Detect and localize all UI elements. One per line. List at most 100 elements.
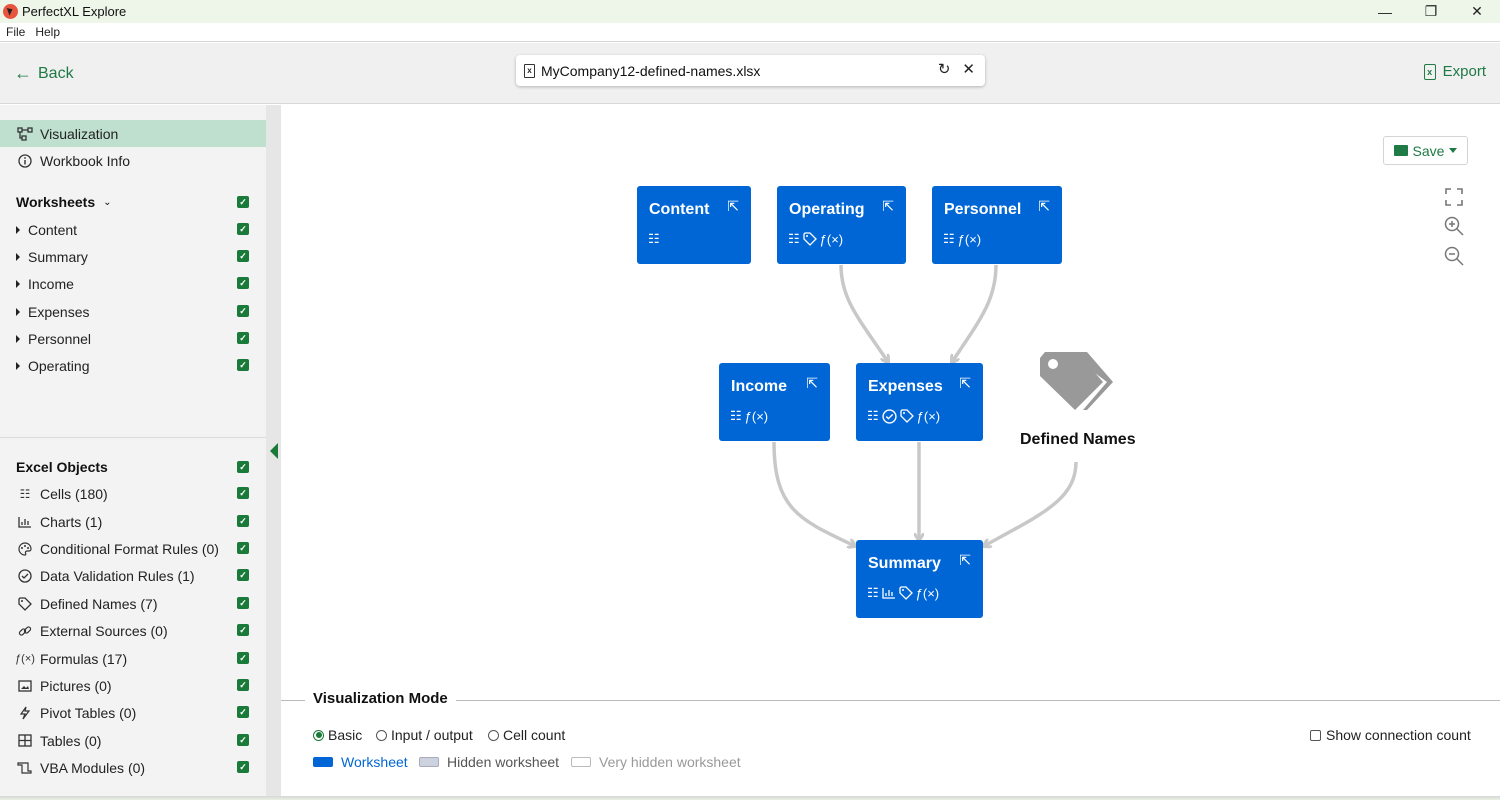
image-icon (1393, 145, 1408, 156)
node-operating[interactable]: Operating ⇱ ☷ ƒ(×) (777, 186, 906, 264)
object-checkbox[interactable]: ✓ (237, 569, 249, 581)
excel-objects-all-checkbox[interactable]: ✓ (237, 461, 249, 473)
object-checkbox[interactable]: ✓ (237, 597, 249, 609)
close-file-icon[interactable]: ✕ (962, 60, 975, 78)
worksheet-checkbox[interactable]: ✓ (237, 250, 249, 262)
save-button[interactable]: Save (1383, 136, 1468, 165)
node-personnel[interactable]: Personnel ⇱ ☷ ƒ(×) (932, 186, 1062, 264)
worksheet-checkbox[interactable]: ✓ (237, 277, 249, 289)
object-item-tables[interactable]: Tables (0) ✓ (0, 727, 266, 754)
zoom-in-icon[interactable] (1443, 215, 1465, 237)
object-item-charts[interactable]: Charts (1) ✓ (0, 508, 266, 535)
mode-radio-cell-count[interactable]: Cell count (488, 727, 565, 743)
object-checkbox[interactable]: ✓ (237, 761, 249, 773)
expand-triangle-icon[interactable] (16, 307, 20, 316)
legend-very-hidden-worksheet: Very hidden worksheet (571, 754, 741, 770)
expand-triangle-icon[interactable] (16, 279, 20, 288)
worksheet-item[interactable]: Operating ✓ (0, 352, 266, 379)
zoom-out-icon[interactable] (1443, 245, 1465, 267)
object-item-cells[interactable]: ☷ Cells (180) ✓ (0, 480, 266, 507)
object-checkbox[interactable]: ✓ (237, 487, 249, 499)
legend-label: Hidden worksheet (447, 754, 560, 770)
object-item-vba-modules[interactable]: VBA Modules (0) ✓ (0, 754, 266, 781)
worksheet-item[interactable]: Income ✓ (0, 270, 266, 297)
mode-radio-basic[interactable]: Basic (313, 727, 362, 743)
checkbox-icon[interactable] (1310, 729, 1321, 741)
radio-icon[interactable] (488, 729, 499, 741)
file-tab[interactable]: x MyCompany12-defined-names.xlsx ↻ ✕ (516, 55, 985, 86)
node-summary[interactable]: Summary ⇱ ☷ ƒ(×) (856, 540, 983, 618)
mode-radio-input-output[interactable]: Input / output (376, 727, 473, 743)
chevron-double-down-icon[interactable]: ⌄ (103, 197, 111, 208)
export-button[interactable]: x Export (1423, 63, 1486, 80)
object-checkbox[interactable]: ✓ (237, 515, 249, 527)
worksheet-item[interactable]: Content ✓ (0, 216, 266, 243)
radio-selected-icon[interactable] (313, 729, 324, 741)
worksheet-label: Expenses (28, 303, 90, 320)
object-item-formulas[interactable]: ƒ(×) Formulas (17) ✓ (0, 645, 266, 672)
tag-icon (899, 586, 913, 600)
object-item-data-validation[interactable]: Data Validation Rules (1) ✓ (0, 562, 266, 589)
sidebar-item-workbook-info[interactable]: Workbook Info (0, 147, 266, 174)
worksheet-item[interactable]: Summary ✓ (0, 243, 266, 270)
save-label: Save (1412, 142, 1445, 159)
expand-triangle-icon[interactable] (16, 225, 20, 234)
worksheet-checkbox[interactable]: ✓ (237, 305, 249, 317)
reload-icon[interactable]: ↻ (938, 60, 951, 78)
bottom-border (0, 796, 1500, 800)
open-external-icon[interactable]: ⇱ (727, 198, 739, 215)
object-checkbox[interactable]: ✓ (237, 652, 249, 664)
object-item-pivot-tables[interactable]: Pivot Tables (0) ✓ (0, 699, 266, 726)
object-label: Cells (180) (40, 485, 108, 502)
open-external-icon[interactable]: ⇱ (1038, 198, 1050, 215)
expand-triangle-icon[interactable] (16, 252, 20, 261)
show-connection-count-checkbox[interactable]: Show connection count (1310, 727, 1471, 743)
object-checkbox[interactable]: ✓ (237, 679, 249, 691)
object-item-defined-names[interactable]: Defined Names (7) ✓ (0, 590, 266, 617)
maximize-button[interactable]: ❐ (1408, 0, 1454, 23)
node-expenses[interactable]: Expenses ⇱ ☷ ƒ(×) (856, 363, 983, 441)
worksheet-item[interactable]: Expenses ✓ (0, 298, 266, 325)
object-item-external-sources[interactable]: External Sources (0) ✓ (0, 617, 266, 644)
title-bar: PerfectXL Explore — ❐ ✕ (0, 0, 1500, 23)
worksheet-checkbox[interactable]: ✓ (237, 332, 249, 344)
function-icon: ƒ(×) (15, 652, 35, 665)
fullscreen-icon[interactable] (1443, 186, 1465, 208)
cells-icon: ☷ (788, 231, 800, 246)
object-checkbox[interactable]: ✓ (237, 706, 249, 718)
menu-help[interactable]: Help (35, 25, 60, 39)
expand-triangle-icon[interactable] (16, 334, 20, 343)
check-circle-icon (882, 408, 897, 424)
expand-triangle-icon[interactable] (16, 361, 20, 370)
worksheet-label: Operating (28, 357, 90, 374)
object-item-pictures[interactable]: Pictures (0) ✓ (0, 672, 266, 699)
defined-names-label[interactable]: Defined Names (1020, 431, 1136, 449)
object-checkbox[interactable]: ✓ (237, 542, 249, 554)
object-checkbox[interactable]: ✓ (237, 624, 249, 636)
object-checkbox[interactable]: ✓ (237, 734, 249, 746)
worksheet-item[interactable]: Personnel ✓ (0, 325, 266, 352)
export-label: Export (1442, 63, 1486, 80)
open-external-icon[interactable]: ⇱ (806, 375, 818, 392)
collapse-sidebar-icon[interactable] (270, 443, 278, 459)
visualization-mode-panel (281, 688, 1500, 798)
defined-names-tag-icon[interactable] (1037, 350, 1115, 417)
menu-file[interactable]: File (6, 25, 25, 39)
radio-icon[interactable] (376, 729, 387, 741)
minimize-button[interactable]: — (1362, 0, 1408, 23)
close-window-button[interactable]: ✕ (1454, 0, 1500, 23)
open-external-icon[interactable]: ⇱ (959, 375, 971, 392)
radio-label: Cell count (503, 727, 566, 743)
worksheet-checkbox[interactable]: ✓ (237, 359, 249, 371)
object-item-conditional-format[interactable]: Conditional Format Rules (0) ✓ (0, 535, 266, 562)
node-income[interactable]: Income ⇱ ☷ ƒ(×) (719, 363, 830, 441)
worksheets-heading[interactable]: Worksheets ⌄ (16, 194, 112, 210)
worksheets-all-checkbox[interactable]: ✓ (237, 196, 249, 208)
worksheet-checkbox[interactable]: ✓ (237, 223, 249, 235)
sidebar-item-visualization[interactable]: Visualization (0, 120, 266, 147)
open-external-icon[interactable]: ⇱ (882, 198, 894, 215)
node-content[interactable]: Content ⇱ ☷ (637, 186, 751, 264)
back-button[interactable]: ← Back (14, 63, 74, 84)
open-external-icon[interactable]: ⇱ (959, 552, 971, 569)
caret-down-icon (1449, 148, 1458, 153)
